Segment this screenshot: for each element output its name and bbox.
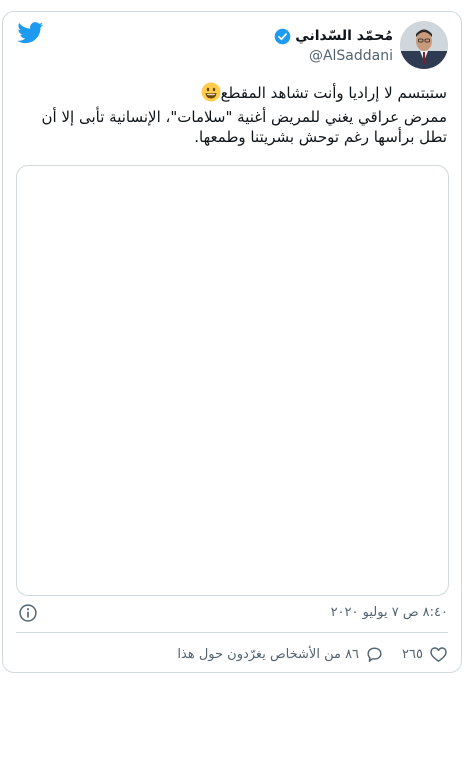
tweet-card: مُحمّد السّداني @AlSaddani ستبتسم لا إرا…: [2, 11, 462, 673]
tweet-actions: ٢٦٥ ٨٦ من الأشخاص يغرّدون حول هذا: [177, 642, 448, 666]
divider: [16, 632, 448, 633]
replies-label: ٨٦ من الأشخاص يغرّدون حول هذا: [177, 646, 360, 662]
tweet-meta: ٨:٤٠ ص ٧ يوليو ٢٠٢٠: [16, 600, 448, 628]
tweet-text-line1: ستبتسم لا إراديا وأنت تشاهد المقطع: [220, 84, 447, 102]
author-info[interactable]: مُحمّد السّداني @AlSaddani: [274, 26, 393, 64]
verified-badge-icon: [274, 28, 291, 44]
avatar-image: [400, 21, 448, 69]
like-action[interactable]: ٢٦٥: [402, 645, 448, 664]
avatar[interactable]: [400, 21, 448, 69]
twitter-bird-icon[interactable]: [17, 22, 44, 44]
heart-icon: [430, 646, 447, 662]
tweet-text-body: ممرض عراقي يغني للمريض أغنية "سلامات"، ا…: [41, 108, 447, 146]
reply-bubble-icon: [367, 646, 382, 662]
like-count: ٢٦٥: [402, 646, 423, 662]
video-media[interactable]: [16, 165, 449, 596]
tweet-timestamp[interactable]: ٨:٤٠ ص ٧ يوليو ٢٠٢٠: [331, 605, 448, 620]
smiley-emoji-icon: [201, 82, 221, 107]
reply-action[interactable]: ٨٦ من الأشخاص يغرّدون حول هذا: [177, 645, 384, 664]
tweet-text: ستبتسم لا إراديا وأنت تشاهد المقطع ممرض …: [15, 82, 447, 147]
author-name[interactable]: مُحمّد السّداني: [295, 28, 393, 44]
info-icon[interactable]: [18, 603, 38, 623]
author-handle[interactable]: @AlSaddani: [274, 48, 393, 64]
author-name-row: مُحمّد السّداني: [274, 26, 393, 46]
